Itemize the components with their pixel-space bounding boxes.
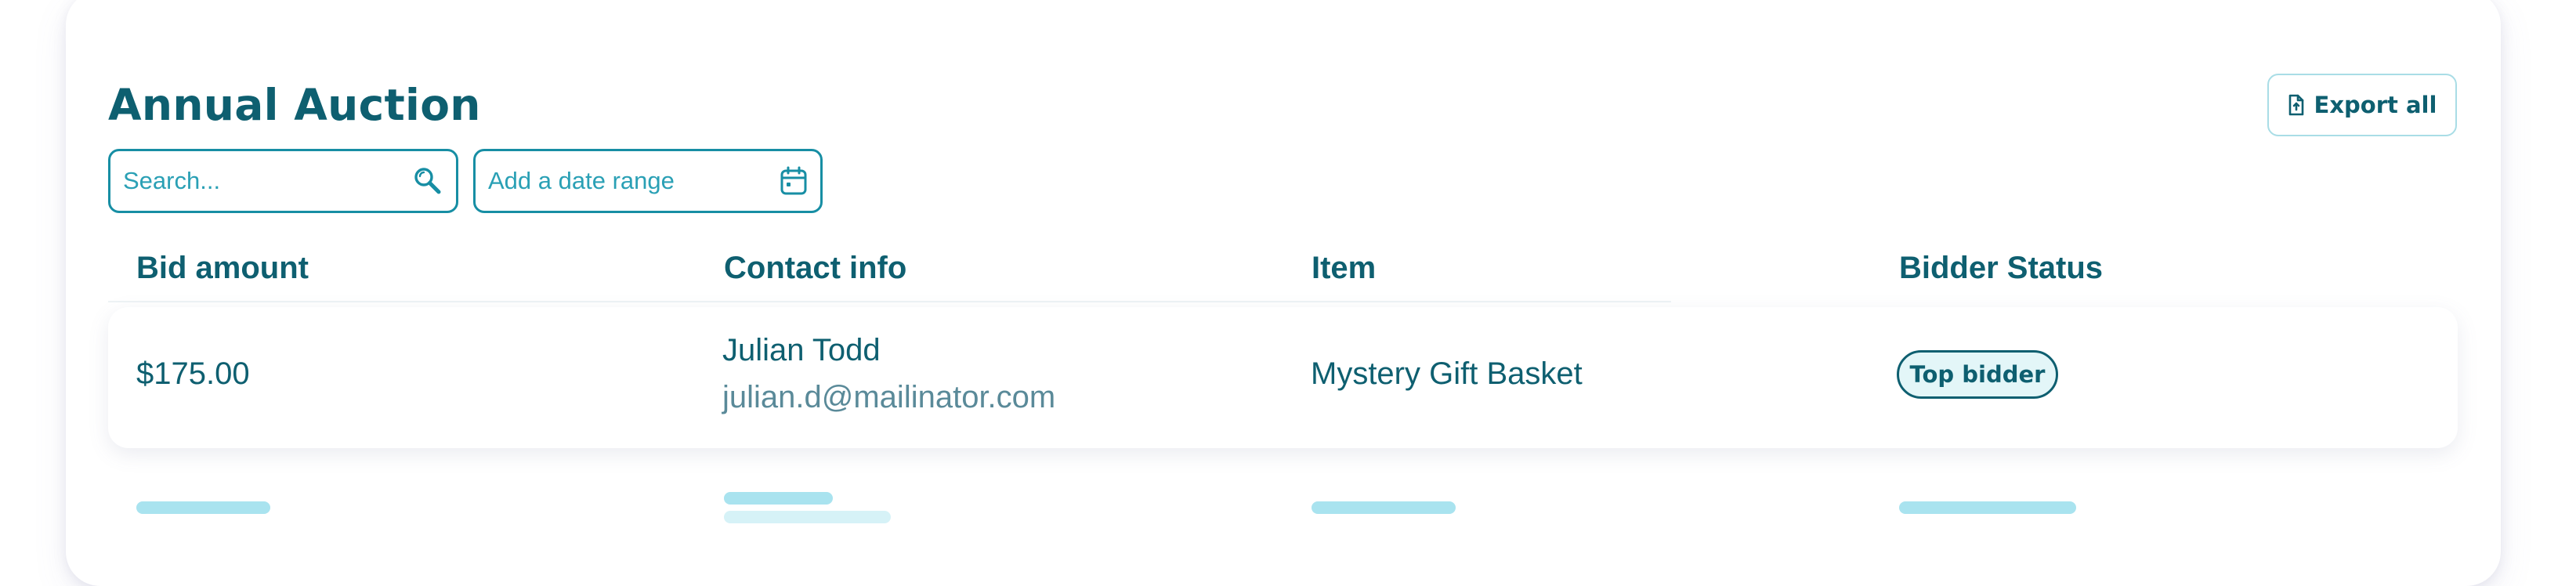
header-divider — [108, 301, 1671, 302]
export-all-button[interactable]: Export all — [2267, 74, 2457, 136]
column-header-contact-info[interactable]: Contact info — [724, 248, 906, 288]
loading-placeholder-item — [1312, 501, 1456, 514]
column-header-bid-amount[interactable]: Bid amount — [136, 248, 309, 288]
file-export-icon — [2288, 94, 2305, 116]
contact-name: Julian Todd — [722, 333, 881, 367]
bid-amount-cell: $175.00 — [136, 356, 250, 391]
loading-placeholder-contact-email — [724, 511, 891, 523]
loading-placeholder-contact-name — [724, 492, 833, 505]
column-header-bidder-status[interactable]: Bidder Status — [1899, 248, 2103, 288]
table-row[interactable] — [108, 307, 2458, 448]
loading-placeholder-status — [1899, 501, 2076, 514]
item-cell: Mystery Gift Basket — [1311, 356, 1583, 391]
contact-email: julian.d@mailinator.com — [722, 380, 1056, 414]
status-badge: Top bidder — [1897, 350, 2058, 399]
loading-placeholder-bid — [136, 501, 270, 514]
search-field — [108, 149, 458, 213]
page-title: Annual Auction — [108, 80, 481, 130]
date-range-field — [473, 149, 823, 213]
search-icon[interactable] — [412, 165, 443, 197]
date-range-input[interactable] — [488, 167, 780, 195]
column-header-item[interactable]: Item — [1312, 248, 1376, 288]
export-all-label: Export all — [2314, 92, 2437, 118]
search-input[interactable] — [123, 167, 412, 195]
calendar-icon[interactable] — [780, 166, 808, 196]
